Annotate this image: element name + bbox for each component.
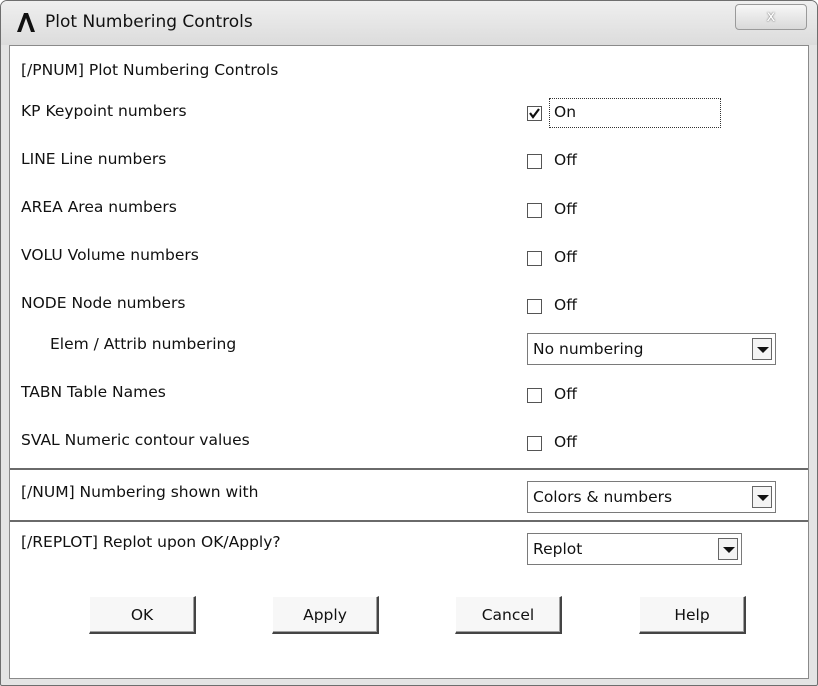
chevron-down-icon[interactable] <box>718 538 738 560</box>
volu-state: Off <box>554 248 577 266</box>
ok-button-label: OK <box>130 606 154 624</box>
pnum-section-header: [/PNUM] Plot Numbering Controls <box>21 61 279 79</box>
num-select[interactable]: Colors & numbers <box>527 481 776 513</box>
num-label: [/NUM] Numbering shown with <box>21 483 259 501</box>
elem-attrib-select[interactable]: No numbering <box>527 333 776 365</box>
cancel-button[interactable]: Cancel <box>455 596 562 634</box>
replot-select[interactable]: Replot <box>527 533 742 565</box>
check-icon <box>529 108 540 119</box>
window-title: Plot Numbering Controls <box>45 12 253 32</box>
dialog-content: [/PNUM] Plot Numbering Controls KP Keypo… <box>9 45 809 679</box>
sval-label: SVAL Numeric contour values <box>21 431 250 449</box>
area-checkbox[interactable] <box>527 203 542 218</box>
node-label: NODE Node numbers <box>21 294 186 312</box>
volu-checkbox[interactable] <box>527 251 542 266</box>
kp-label: KP Keypoint numbers <box>21 102 187 120</box>
kp-checkbox[interactable] <box>527 106 542 121</box>
cancel-button-label: Cancel <box>481 606 535 624</box>
sval-checkbox[interactable] <box>527 436 542 451</box>
dialog-window: Plot Numbering Controls x [/PNUM] Plot N… <box>0 0 818 686</box>
line-checkbox[interactable] <box>527 154 542 169</box>
tabn-state: Off <box>554 385 577 403</box>
help-button[interactable]: Help <box>639 596 746 634</box>
line-state: Off <box>554 151 577 169</box>
tabn-label: TABN Table Names <box>21 383 166 401</box>
num-value: Colors & numbers <box>533 488 673 506</box>
close-button[interactable]: x <box>735 4 807 30</box>
chevron-down-icon[interactable] <box>752 338 772 360</box>
node-state: Off <box>554 296 577 314</box>
elem-attrib-value: No numbering <box>533 340 644 358</box>
line-label: LINE Line numbers <box>21 150 167 168</box>
ok-button[interactable]: OK <box>89 596 196 634</box>
chevron-down-icon[interactable] <box>752 486 772 508</box>
section-divider <box>10 468 808 470</box>
volu-label: VOLU Volume numbers <box>21 246 199 264</box>
area-label: AREA Area numbers <box>21 198 177 216</box>
sval-state: Off <box>554 433 577 451</box>
help-button-label: Help <box>674 606 710 624</box>
area-state: Off <box>554 200 577 218</box>
kp-state: On <box>554 103 577 121</box>
close-icon: x <box>766 7 776 25</box>
apply-button[interactable]: Apply <box>272 596 379 634</box>
section-divider <box>10 520 808 522</box>
ansys-logo-icon <box>17 13 35 32</box>
elem-attrib-label: Elem / Attrib numbering <box>50 335 237 353</box>
tabn-checkbox[interactable] <box>527 388 542 403</box>
replot-value: Replot <box>533 540 583 558</box>
replot-label: [/REPLOT] Replot upon OK/Apply? <box>21 533 281 551</box>
node-checkbox[interactable] <box>527 299 542 314</box>
title-bar[interactable]: Plot Numbering Controls x <box>1 1 817 45</box>
apply-button-label: Apply <box>303 606 347 624</box>
